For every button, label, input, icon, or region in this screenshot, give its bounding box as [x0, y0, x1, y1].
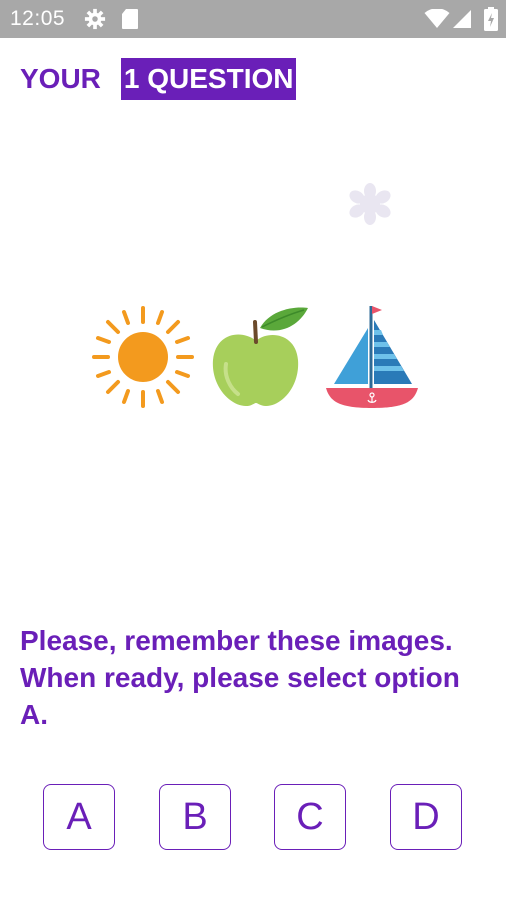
question-header: YOUR 1 QUESTION	[20, 57, 296, 101]
wifi-icon	[424, 8, 450, 34]
battery-charging-icon	[484, 7, 498, 36]
signal-icon	[452, 9, 472, 34]
sd-card-icon	[121, 8, 139, 35]
green-apple-icon	[208, 306, 312, 415]
status-time: 12:05	[10, 7, 66, 30]
option-b-button[interactable]: B	[159, 784, 231, 850]
answer-options: A B C D	[0, 784, 506, 852]
option-d-button[interactable]: D	[390, 784, 462, 850]
watermark-logo-icon	[348, 183, 392, 230]
settings-icon	[84, 8, 106, 35]
option-a-button[interactable]: A	[43, 784, 115, 850]
sailboat-icon	[324, 302, 420, 417]
memory-pictures	[88, 300, 428, 420]
option-c-button[interactable]: C	[274, 784, 346, 850]
question-counter: 1 QUESTION	[120, 58, 296, 100]
sun-icon	[88, 302, 198, 417]
instruction-text: Please, remember these images. When read…	[20, 625, 460, 730]
header-prefix: YOUR	[20, 63, 101, 94]
status-bar: 12:05	[0, 0, 506, 38]
